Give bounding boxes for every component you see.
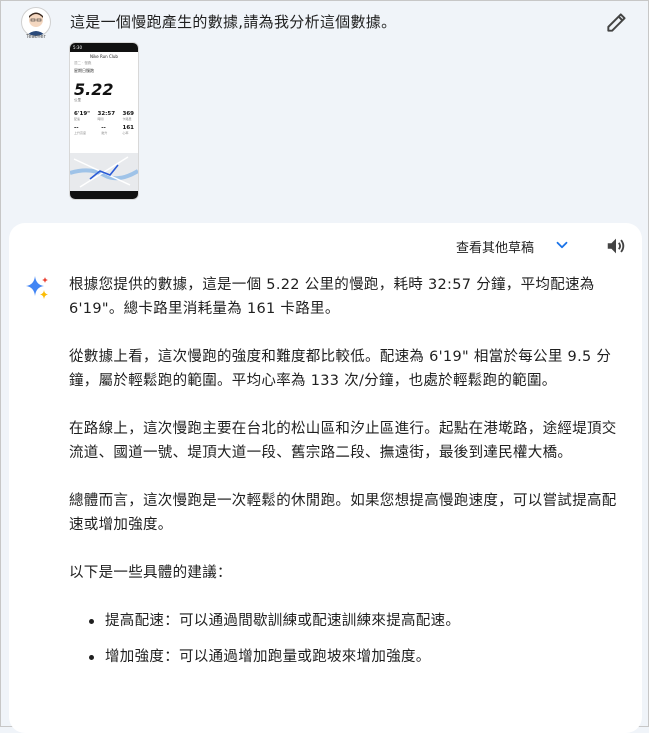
thumb-app-title: Nike Run Club xyxy=(90,54,118,59)
view-other-drafts-button[interactable]: 查看其他草稿 xyxy=(456,237,534,256)
thumb-stat: 6'19" 配速 xyxy=(74,111,91,121)
thumb-stats-row-2: -- 上升高度 -- 爬升 161 心率 xyxy=(70,121,138,135)
response-paragraph: 在路線上，這次慢跑主要在台北的松山區和汐止區進行。起點在港墘路，途經堤頂交流道、… xyxy=(69,421,617,461)
thumb-stat: 369 卡路里 xyxy=(122,111,134,121)
thumb-status-bar: 5:30 xyxy=(70,43,138,52)
route-map-graphic xyxy=(70,156,138,188)
list-item: 增加強度：可以通過增加跑量或跑坡來增加強度。 xyxy=(69,645,617,669)
assistant-sparkle-logo xyxy=(23,273,51,301)
response-paragraph: 以下是一些具體的建議： xyxy=(69,565,232,581)
thumb-stats-row: 6'19" 配速 32:57 時間 369 卡路里 xyxy=(70,103,138,121)
response-content: 根據您提供的數據，這是一個 5.22 公里的慢跑，耗時 32:57 分鐘，平均配… xyxy=(69,273,617,681)
thumb-stat: 32:57 時間 xyxy=(97,111,116,121)
bullet-icon xyxy=(89,655,94,660)
avatar-caption: Teacher xyxy=(26,34,46,40)
drafts-toggle[interactable] xyxy=(553,236,571,254)
thumb-route-map xyxy=(70,153,138,191)
sparkle-icon xyxy=(26,276,48,299)
thumb-stat: 161 心率 xyxy=(122,125,134,135)
thumb-stat: -- 上升高度 xyxy=(74,125,87,135)
user-avatar[interactable] xyxy=(21,7,51,37)
chevron-down-icon xyxy=(556,241,568,249)
thumb-breadcrumb: 週二 · 慢跑 xyxy=(74,61,92,65)
response-paragraph: 從數據上看，這次慢跑的強度和難度都比較低。配速為 6'19" 相當於每公里 9.… xyxy=(69,349,612,389)
user-prompt-text: 這是一個慢跑產生的數據,請為我分析這個數據。 xyxy=(70,13,397,31)
thumb-stat: -- 爬升 xyxy=(101,125,108,135)
suggestion-list: 提高配速：可以通過間歇訓練或配速訓練來提高配速。 增加強度：可以通過增加跑量或跑… xyxy=(69,609,617,669)
user-message: Teacher 這是一個慢跑產生的數據,請為我分析這個數據。 5:30 Nike… xyxy=(1,1,649,216)
thumb-activity-title: 星期日慢跑 xyxy=(74,68,94,73)
response-paragraph: 總體而言，這次慢跑是一次輕鬆的休閒跑。如果您想提高慢跑速度，可以嘗試提高配速或增… xyxy=(69,493,617,533)
speaker-icon xyxy=(607,238,625,254)
edit-prompt-button[interactable] xyxy=(604,9,630,35)
read-aloud-button[interactable] xyxy=(605,235,627,257)
avatar-portrait-icon xyxy=(26,12,46,36)
thumb-nav-bar xyxy=(70,191,138,199)
uploaded-screenshot-thumbnail[interactable]: 5:30 Nike Run Club 週二 · 慢跑 星期日慢跑 5.22 公里… xyxy=(69,42,139,200)
list-item: 提高配速：可以通過間歇訓練或配速訓練來提高配速。 xyxy=(69,609,617,633)
bullet-icon xyxy=(89,619,94,624)
response-paragraph: 根據您提供的數據，這是一個 5.22 公里的慢跑，耗時 32:57 分鐘，平均配… xyxy=(69,277,595,317)
pencil-icon xyxy=(607,13,626,32)
assistant-response-card: 查看其他草稿 根據您提供的數據，這是一個 5.22 公里的慢跑，耗時 32:57… xyxy=(9,223,642,733)
thumb-distance: 5.22 xyxy=(74,80,114,99)
